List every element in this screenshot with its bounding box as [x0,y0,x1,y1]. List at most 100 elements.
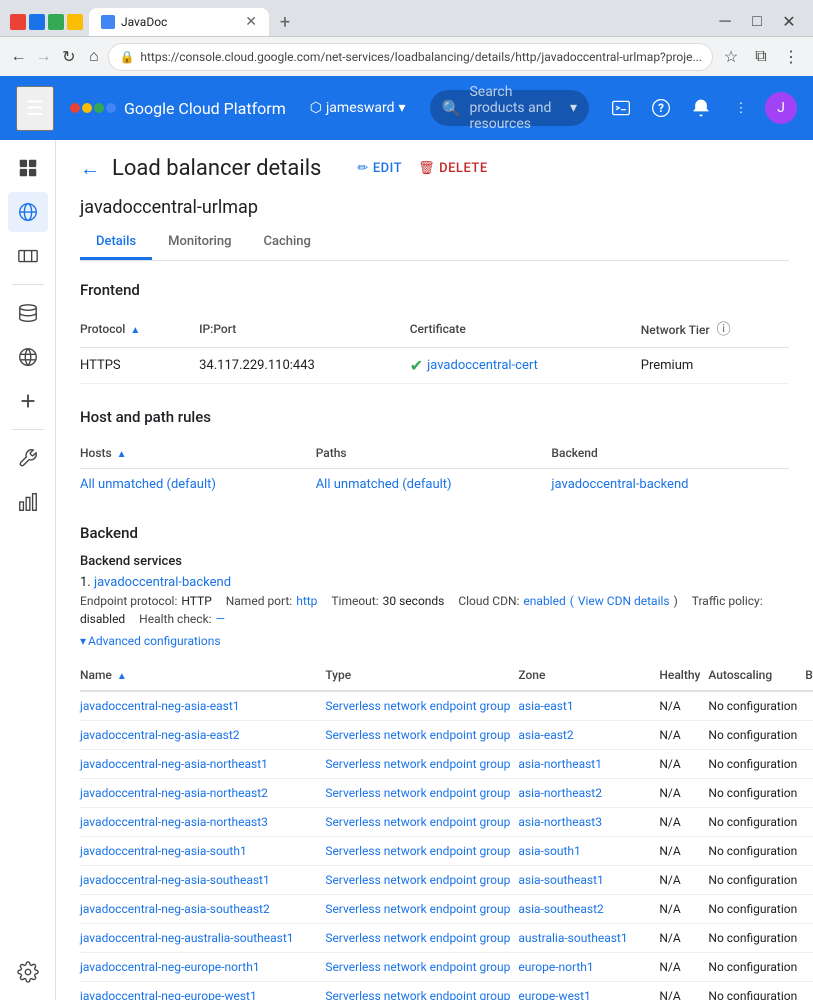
endpoint-autoscaling: No configuration [708,895,805,924]
tab-details[interactable]: Details [80,226,152,260]
advanced-configs-link[interactable]: ▾ Advanced configurations [80,634,221,648]
minimize-button[interactable]: ─ [711,8,739,36]
address-bar[interactable]: 🔒 https://console.cloud.google.com/net-s… [108,43,713,71]
sidebar-icon-settings[interactable] [8,952,48,992]
gmail-favicon[interactable] [10,14,26,30]
endpoint-zone-link[interactable]: asia-southeast1 [518,873,603,887]
endpoint-zone-link[interactable]: asia-northeast1 [518,757,602,771]
tab-label: JavaDoc [121,15,167,29]
help-icon[interactable]: ? [645,92,677,124]
notifications-icon[interactable] [685,92,717,124]
endpoint-healthy: N/A [659,750,708,779]
endpoint-zone-link[interactable]: asia-northeast2 [518,786,602,800]
tab1-favicon[interactable] [29,14,45,30]
endpoint-zone: asia-southeast1 [518,866,659,895]
endpoint-zone-link[interactable]: asia-east1 [518,699,573,713]
page-header: ← Load balancer details ✏ EDIT 🗑 DELETE [80,156,789,181]
endpoint-zone-link[interactable]: australia-southeast1 [518,931,627,945]
endpoint-name-link[interactable]: javadoccentral-neg-asia-northeast3 [80,815,268,829]
endpoint-name-link[interactable]: javadoccentral-neg-asia-northeast1 [80,757,268,771]
endpoint-type-link[interactable]: Serverless network endpoint group [325,931,510,945]
backend-service-number: 1. [80,575,91,590]
endpoint-type-link[interactable]: Serverless network endpoint group [325,844,510,858]
forward-button[interactable]: → [33,43,54,71]
reload-button[interactable]: ↻ [58,43,79,71]
sidebar-icon-dashboard[interactable] [8,148,48,188]
endpoint-type-link[interactable]: Serverless network endpoint group [325,786,510,800]
named-port-label: Named port: [226,594,293,608]
sidebar-icon-globe[interactable] [8,337,48,377]
col-balancing-header: Balancing mode [805,660,813,691]
endpoint-type-link[interactable]: Serverless network endpoint group [325,815,510,829]
endpoint-autoscaling: No configuration [708,721,805,750]
extensions-button[interactable]: ⧉ [747,43,775,71]
cdn-details-link-text[interactable]: View CDN details [578,594,670,608]
endpoint-zone-link[interactable]: asia-east2 [518,728,573,742]
health-check-link[interactable]: — [216,612,225,626]
delete-button[interactable]: 🗑 DELETE [418,161,488,176]
edit-button[interactable]: ✏ EDIT [357,161,402,176]
endpoint-type-link[interactable]: Serverless network endpoint group [325,699,510,713]
tab2-favicon[interactable] [48,14,64,30]
sidebar-icon-network[interactable] [8,192,48,232]
tab-caching[interactable]: Caching [247,226,326,260]
bookmark-button[interactable]: ☆ [717,43,745,71]
more-button[interactable]: ⋮ [777,43,805,71]
project-selector[interactable]: ⬡ jamesward ▾ [302,96,414,120]
backend-service-link[interactable]: javadoccentral-backend [94,575,231,590]
backend-link[interactable]: javadoccentral-backend [551,477,688,492]
frontend-title: Frontend [80,281,789,299]
tier-info-icon[interactable]: ⓘ [717,322,731,338]
endpoint-name-link[interactable]: javadoccentral-neg-asia-east2 [80,728,240,742]
active-tab[interactable]: JavaDoc ✕ [89,8,269,36]
endpoint-zone-link[interactable]: europe-west1 [518,989,590,1000]
maximize-button[interactable]: □ [743,8,771,36]
endpoint-type-link[interactable]: Serverless network endpoint group [325,873,510,887]
sidebar-icon-add[interactable] [8,381,48,421]
logo-dot-red [70,103,80,113]
endpoint-name-link[interactable]: javadoccentral-neg-asia-southeast2 [80,902,270,916]
hosts-col-header: Hosts ▲ [80,438,316,469]
cloud-shell-icon[interactable] [605,92,637,124]
more-options-icon[interactable]: ⋮ [725,92,757,124]
search-bar[interactable]: 🔍 Search products and resources ▾ [430,90,589,126]
paths-link[interactable]: All unmatched (default) [316,477,452,492]
endpoint-type-link[interactable]: Serverless network endpoint group [325,902,510,916]
named-port-value[interactable]: http [296,594,317,608]
hosts-link[interactable]: All unmatched (default) [80,477,216,492]
sidebar-icon-storage[interactable] [8,293,48,333]
tab3-favicon[interactable] [67,14,83,30]
endpoint-name-link[interactable]: javadoccentral-neg-asia-south1 [80,844,247,858]
endpoint-zone-link[interactable]: asia-south1 [518,844,580,858]
endpoint-name-link[interactable]: javadoccentral-neg-europe-west1 [80,989,257,1000]
cdn-details-link[interactable]: ( [570,594,574,608]
close-button[interactable]: ✕ [775,8,803,36]
back-arrow-link[interactable]: ← [80,156,100,181]
endpoint-zone-link[interactable]: asia-southeast2 [518,902,603,916]
tab-monitoring[interactable]: Monitoring [152,226,247,260]
endpoint-name-link[interactable]: javadoccentral-neg-asia-southeast1 [80,873,270,887]
endpoint-name-link[interactable]: javadoccentral-neg-asia-east1 [80,699,240,713]
endpoint-zone-link[interactable]: europe-north1 [518,960,593,974]
endpoint-name-link[interactable]: javadoccentral-neg-australia-southeast1 [80,931,294,945]
sidebar-icon-compute[interactable] [8,236,48,276]
endpoint-zone-link[interactable]: asia-northeast3 [518,815,602,829]
endpoint-type-link[interactable]: Serverless network endpoint group [325,757,510,771]
tab-close-button[interactable]: ✕ [245,14,257,30]
endpoint-type-link[interactable]: Serverless network endpoint group [325,728,510,742]
endpoint-type: Serverless network endpoint group [325,721,518,750]
endpoint-name-link[interactable]: javadoccentral-neg-europe-north1 [80,960,260,974]
new-tab-button[interactable]: + [271,8,299,36]
endpoint-name-link[interactable]: javadoccentral-neg-asia-northeast2 [80,786,268,800]
sidebar-icon-tools[interactable] [8,438,48,478]
cert-link[interactable]: javadoccentral-cert [427,358,538,373]
endpoint-healthy: N/A [659,982,708,1000]
endpoint-type-link[interactable]: Serverless network endpoint group [325,989,510,1000]
sidebar-icon-chart[interactable] [8,482,48,522]
endpoint-name: javadoccentral-neg-europe-north1 [80,953,325,982]
menu-hamburger[interactable]: ☰ [16,86,54,131]
home-button[interactable]: ⌂ [83,43,104,71]
user-avatar[interactable]: J [765,92,797,124]
endpoint-type-link[interactable]: Serverless network endpoint group [325,960,510,974]
back-button[interactable]: ← [8,43,29,71]
